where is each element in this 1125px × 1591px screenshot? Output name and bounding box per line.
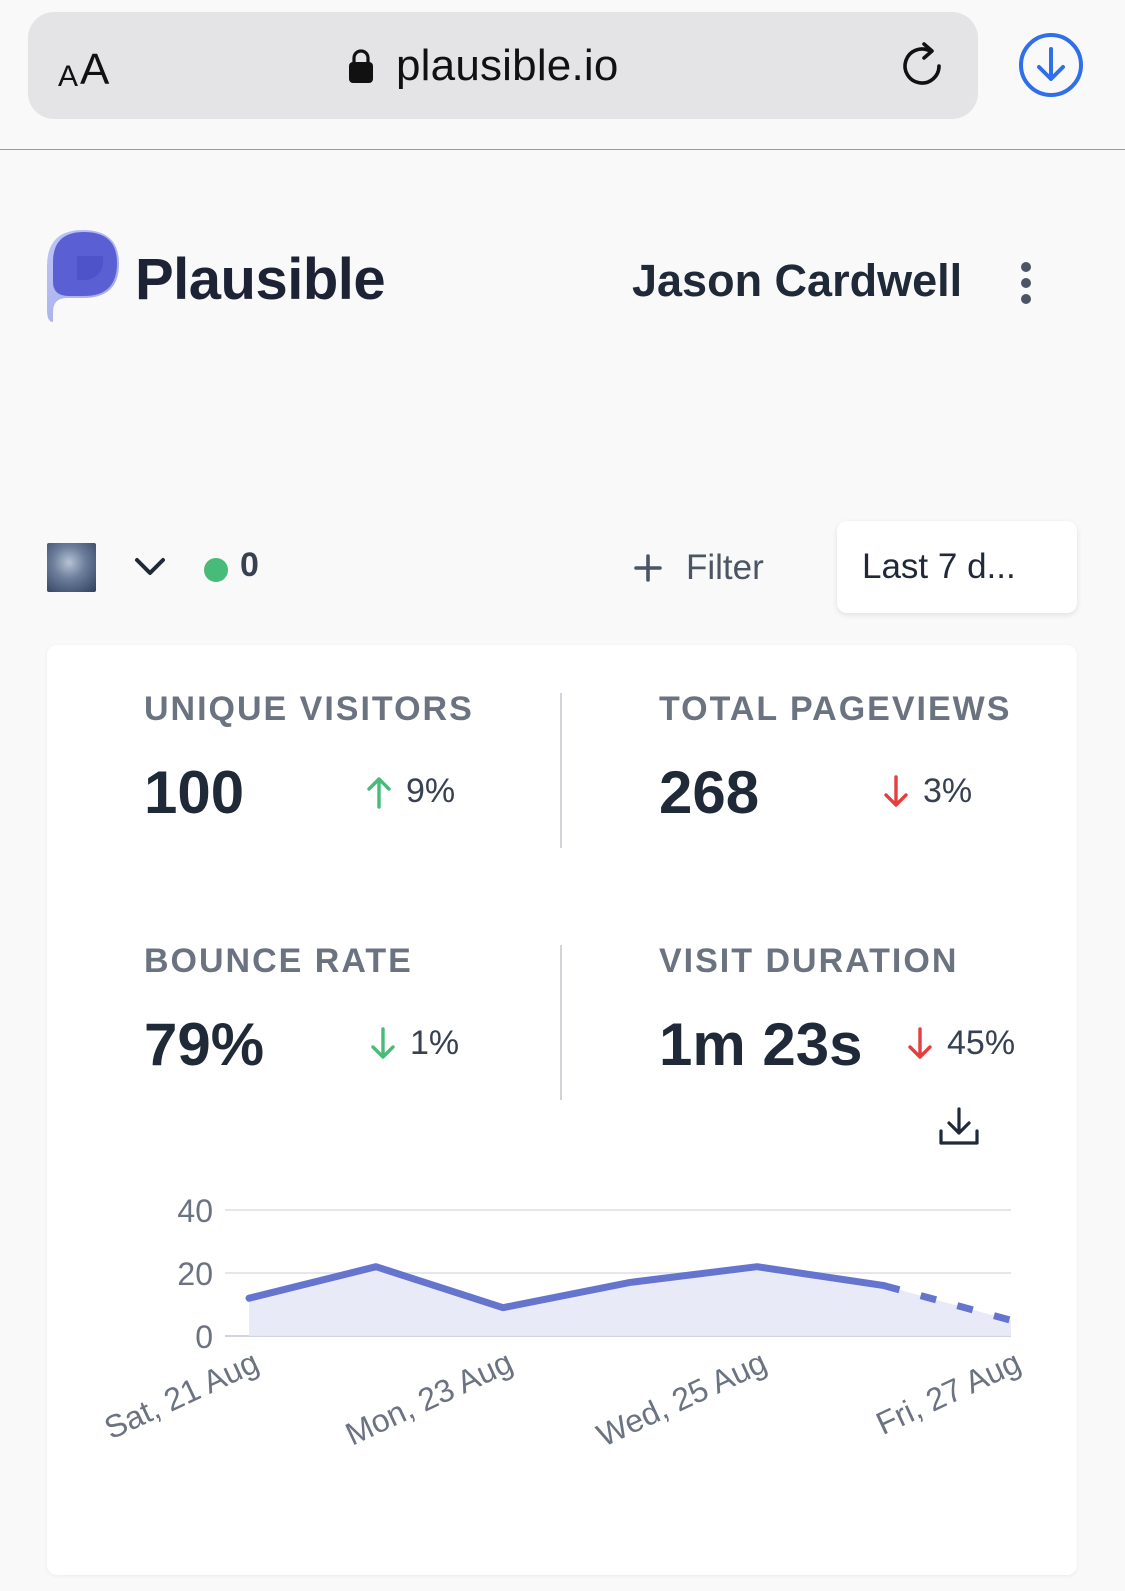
add-filter-button[interactable]: Filter: [634, 545, 764, 591]
stat-total-pageviews[interactable]: TOTAL PAGEVIEWS 268 3%: [659, 690, 1079, 826]
more-vertical-icon[interactable]: [1018, 260, 1034, 306]
site-favicon[interactable]: [47, 543, 96, 592]
url-text: plausible.io: [396, 41, 619, 90]
stat-unique-visitors[interactable]: UNIQUE VISITORS 100 9%: [144, 690, 564, 826]
text-size-small-label: A: [58, 60, 79, 93]
stat-change-value: 9%: [406, 772, 456, 810]
stat-label: BOUNCE RATE: [144, 942, 413, 980]
export-download-icon[interactable]: [937, 1105, 981, 1149]
stat-value: 1m 23s: [659, 1011, 863, 1078]
arrow-down-icon: [908, 1026, 932, 1059]
browser-toolbar: A A plausible.io: [0, 0, 1125, 150]
stat-value: 79%: [144, 1011, 265, 1078]
reload-icon[interactable]: [896, 38, 952, 94]
logo-text: Plausible: [135, 246, 386, 312]
url-display[interactable]: plausible.io: [348, 40, 619, 92]
x-tick-label: Mon, 23 Aug: [340, 1344, 518, 1453]
date-range-label: Last 7 d...: [862, 547, 1016, 586]
chevron-down-icon[interactable]: [134, 556, 166, 578]
stat-change-value: 1%: [410, 1024, 460, 1062]
stat-bounce-rate[interactable]: BOUNCE RATE 79% 1%: [144, 942, 564, 1078]
address-bar[interactable]: A A plausible.io: [28, 12, 978, 119]
plausible-logo[interactable]: Plausible: [47, 224, 427, 324]
arrow-down-icon: [371, 1026, 395, 1059]
stat-divider: [560, 945, 562, 1100]
x-tick-label: Fri, 27 Aug: [870, 1344, 1025, 1442]
y-tick-label: 20: [177, 1256, 213, 1292]
stat-change: 1%: [370, 1024, 459, 1063]
stat-change-value: 45%: [947, 1024, 1016, 1062]
x-tick-label: Sat, 21 Aug: [99, 1344, 264, 1447]
stat-label: VISIT DURATION: [659, 942, 959, 980]
stat-label: UNIQUE VISITORS: [144, 690, 474, 728]
x-tick-label: Wed, 25 Aug: [591, 1344, 772, 1454]
y-tick-label: 40: [177, 1193, 213, 1229]
download-icon[interactable]: [1018, 32, 1084, 98]
stat-label: TOTAL PAGEVIEWS: [659, 690, 1012, 728]
stat-change: 45%: [907, 1024, 1015, 1063]
plus-icon: [634, 554, 662, 582]
live-visitors-count[interactable]: 0: [240, 546, 259, 585]
stat-change: 9%: [366, 772, 455, 811]
stat-change-value: 3%: [923, 772, 973, 810]
stat-visit-duration[interactable]: VISIT DURATION 1m 23s 45%: [659, 942, 1079, 1078]
stat-divider: [560, 693, 562, 848]
arrow-up-icon: [367, 776, 391, 809]
user-name[interactable]: Jason Cardwell: [632, 255, 962, 307]
lock-icon: [349, 49, 373, 83]
stat-value: 268: [659, 759, 760, 826]
stats-card: UNIQUE VISITORS 100 9% TOTAL PAGEVIEWS 2…: [47, 645, 1077, 1575]
stat-value: 100: [144, 759, 245, 826]
live-indicator-dot: [204, 558, 228, 582]
y-tick-label: 0: [195, 1319, 213, 1355]
stat-change: 3%: [883, 772, 972, 811]
filter-label: Filter: [686, 548, 764, 587]
text-size-large-label: A: [80, 45, 110, 94]
plausible-logo-icon: [47, 230, 119, 322]
text-size-button[interactable]: A A: [58, 42, 109, 92]
arrow-down-icon: [884, 774, 908, 807]
date-range-picker[interactable]: Last 7 d...: [837, 521, 1077, 613]
visitors-line-chart[interactable]: 0 20 40 Sat, 21 Aug Mon, 23 Aug Wed, 25 Aug Fr…: [47, 1180, 1077, 1570]
series-area: [249, 1266, 1011, 1336]
